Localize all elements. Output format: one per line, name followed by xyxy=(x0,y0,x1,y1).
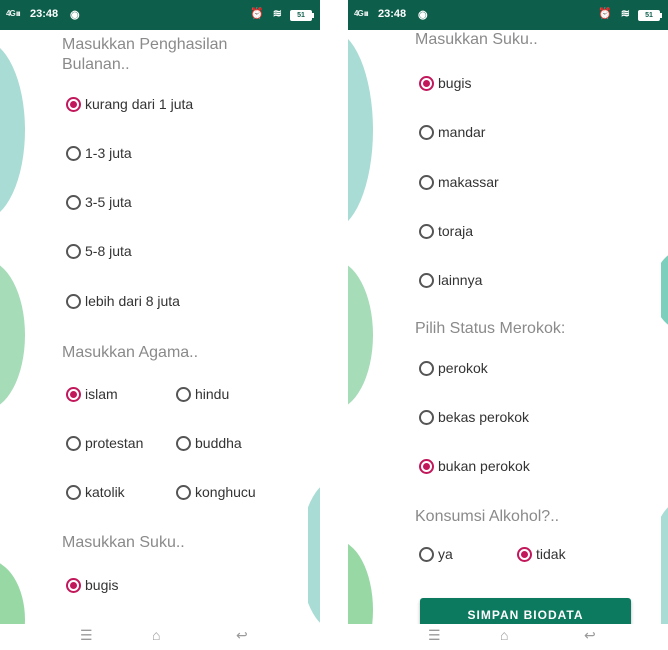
radio-unchecked-icon xyxy=(419,546,434,562)
radio-unchecked-icon xyxy=(419,272,434,288)
navigation-bar: ☰ ⌂ ↩ xyxy=(348,624,668,650)
radio-ethnicity-mandar[interactable]: mandar xyxy=(419,124,485,140)
phone-screen-left: 4G ııı 23:48 ◉ ⏰ ≋ 51 Masukkan Penghasil… xyxy=(0,0,320,650)
radio-unchecked-icon xyxy=(419,409,434,425)
radio-unchecked-icon xyxy=(66,293,81,309)
wifi-icon: ≋ xyxy=(620,8,630,20)
income-label: Masukkan Penghasilan Bulanan.. xyxy=(62,36,228,73)
biodata-form-card: Masukkan Suku.. bugis mandar makassar to… xyxy=(393,30,661,624)
radio-ethnicity-makassar[interactable]: makassar xyxy=(419,174,499,190)
radio-religion-islam[interactable]: islam xyxy=(66,386,118,402)
radio-ethnicity-bugis[interactable]: bugis xyxy=(66,577,118,593)
radio-checked-icon xyxy=(419,458,434,474)
alcohol-label: Konsumsi Alkohol?.. xyxy=(415,508,560,525)
radio-income-0[interactable]: kurang dari 1 juta xyxy=(66,96,193,112)
radio-smoking-bukan-perokok[interactable]: bukan perokok xyxy=(419,458,530,474)
notification-icon: ◉ xyxy=(70,9,80,21)
radio-religion-buddha[interactable]: buddha xyxy=(176,435,242,451)
radio-ethnicity-lainnya[interactable]: lainnya xyxy=(419,272,482,288)
radio-income-4[interactable]: lebih dari 8 juta xyxy=(66,293,180,309)
radio-unchecked-icon xyxy=(66,435,81,451)
back-icon[interactable]: ↩ xyxy=(236,627,248,644)
radio-smoking-bekas-perokok[interactable]: bekas perokok xyxy=(419,409,529,425)
alarm-icon: ⏰ xyxy=(598,8,612,20)
phone-screen-right: 4G ııı 23:48 ◉ ⏰ ≋ 51 Masukkan Suku.. bu… xyxy=(348,0,668,650)
save-biodata-button[interactable]: SIMPAN BIODATA xyxy=(420,598,631,624)
radio-unchecked-icon xyxy=(176,435,191,451)
alarm-icon: ⏰ xyxy=(250,8,264,20)
radio-unchecked-icon xyxy=(66,145,81,161)
radio-income-1[interactable]: 1-3 juta xyxy=(66,145,132,161)
decor-shape xyxy=(348,260,373,410)
status-bar: 4G ııı 23:48 ◉ ⏰ ≋ 51 xyxy=(348,0,668,30)
radio-checked-icon xyxy=(419,75,434,91)
religion-label: Masukkan Agama.. xyxy=(62,344,199,361)
radio-unchecked-icon xyxy=(419,174,434,190)
radio-alcohol-ya[interactable]: ya xyxy=(419,546,453,562)
radio-unchecked-icon xyxy=(176,386,191,402)
home-icon[interactable]: ⌂ xyxy=(152,627,160,643)
radio-unchecked-icon xyxy=(176,484,191,500)
menu-icon[interactable]: ☰ xyxy=(428,627,441,644)
radio-checked-icon xyxy=(66,577,81,593)
back-icon[interactable]: ↩ xyxy=(584,627,596,644)
radio-income-3[interactable]: 5-8 juta xyxy=(66,243,132,259)
radio-unchecked-icon xyxy=(66,194,81,210)
decor-shape xyxy=(348,30,373,230)
radio-religion-konghucu[interactable]: konghucu xyxy=(176,484,256,500)
radio-checked-icon xyxy=(66,96,81,112)
status-time: 23:48 xyxy=(378,8,407,20)
radio-unchecked-icon xyxy=(419,124,434,140)
signal-icon: 4G ııı xyxy=(6,9,20,18)
smoking-label: Pilih Status Merokok: xyxy=(415,320,566,337)
biodata-form-card: Masukkan Penghasilan Bulanan.. kurang da… xyxy=(40,30,308,624)
radio-unchecked-icon xyxy=(66,484,81,500)
decor-shape xyxy=(0,260,25,410)
status-time: 23:48 xyxy=(30,8,59,20)
radio-unchecked-icon xyxy=(66,243,81,259)
signal-icon: 4G ııı xyxy=(354,9,368,18)
menu-icon[interactable]: ☰ xyxy=(80,627,93,644)
battery-icon: 51 xyxy=(638,10,662,21)
navigation-bar: ☰ ⌂ ↩ xyxy=(0,624,320,650)
decor-shape xyxy=(0,40,25,220)
radio-unchecked-icon xyxy=(419,360,434,376)
radio-checked-icon xyxy=(517,546,532,562)
notification-icon: ◉ xyxy=(418,9,428,21)
wifi-icon: ≋ xyxy=(272,8,282,20)
radio-unchecked-icon xyxy=(419,223,434,239)
radio-religion-katolik[interactable]: katolik xyxy=(66,484,125,500)
radio-ethnicity-toraja[interactable]: toraja xyxy=(419,223,473,239)
radio-ethnicity-bugis[interactable]: bugis xyxy=(419,75,471,91)
radio-alcohol-tidak[interactable]: tidak xyxy=(517,546,566,562)
radio-income-2[interactable]: 3-5 juta xyxy=(66,194,132,210)
radio-religion-hindu[interactable]: hindu xyxy=(176,386,229,402)
radio-religion-protestan[interactable]: protestan xyxy=(66,435,143,451)
status-bar: 4G ııı 23:48 ◉ ⏰ ≋ 51 xyxy=(0,0,320,30)
ethnicity-label: Masukkan Suku.. xyxy=(62,534,185,551)
battery-icon: 51 xyxy=(290,10,314,21)
radio-smoking-perokok[interactable]: perokok xyxy=(419,360,488,376)
radio-checked-icon xyxy=(66,386,81,402)
home-icon[interactable]: ⌂ xyxy=(500,627,508,643)
ethnicity-label: Masukkan Suku.. xyxy=(415,31,538,48)
